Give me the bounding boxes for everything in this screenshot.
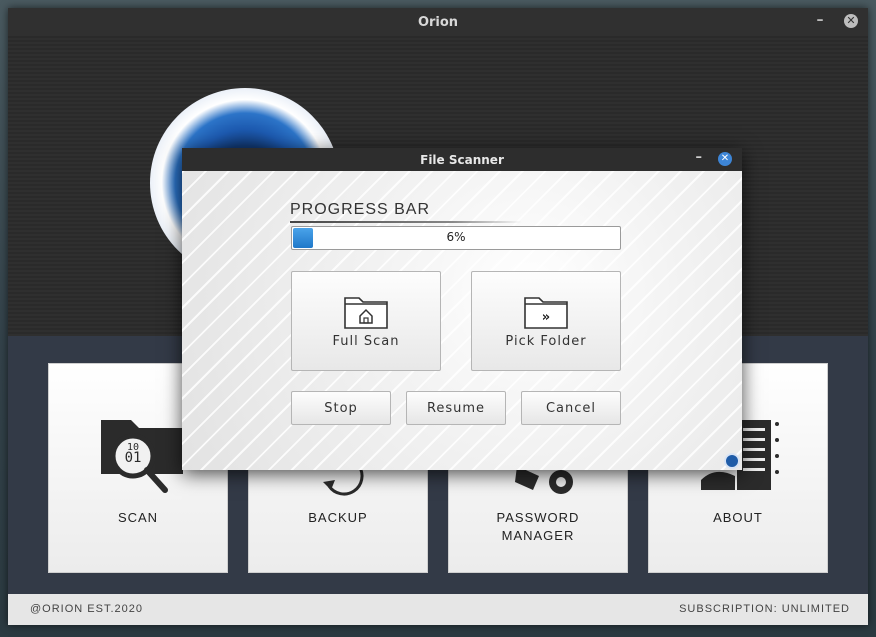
footer-copyright: @ORION EST.2020 [30, 603, 143, 615]
dialog-title: File Scanner [420, 152, 504, 167]
scan-folder-icon: 01 10 [101, 420, 183, 493]
pick-folder-label: Pick Folder [505, 334, 587, 349]
file-scanner-dialog: File Scanner – ✕ PROGRESS BAR 6% Full Sc… [182, 148, 742, 470]
svg-text:10: 10 [127, 442, 139, 453]
forward-folder-icon: » [524, 297, 568, 329]
dialog-body: PROGRESS BAR 6% Full Scan » Pick Folder … [182, 171, 742, 470]
stop-button[interactable]: Stop [291, 391, 391, 425]
progress-heading: PROGRESS BAR [290, 201, 431, 218]
close-icon[interactable]: ✕ [844, 14, 858, 28]
backup-label: BACKUP [308, 510, 368, 525]
main-titlebar: Orion – ✕ [8, 8, 868, 36]
progress-bar: 6% [291, 226, 621, 250]
svg-text:»: » [542, 310, 550, 325]
window-title: Orion [417, 14, 459, 30]
full-scan-button[interactable]: Full Scan [291, 271, 441, 371]
about-label: ABOUT [713, 510, 763, 525]
cancel-button[interactable]: Cancel [521, 391, 621, 425]
footer-subscription: SUBSCRIPTION: UNLIMITED [679, 603, 850, 615]
home-folder-icon [344, 297, 388, 329]
dialog-close-icon[interactable]: ✕ [718, 152, 732, 166]
pick-folder-button[interactable]: » Pick Folder [471, 271, 621, 371]
footer-bar: @ORION EST.2020 SUBSCRIPTION: UNLIMITED [8, 594, 868, 625]
dialog-titlebar: File Scanner – ✕ [182, 148, 742, 171]
resume-button[interactable]: Resume [406, 391, 506, 425]
progress-heading-underline [290, 221, 522, 223]
status-dot-icon [724, 453, 740, 469]
progress-text: 6% [446, 230, 466, 244]
full-scan-label: Full Scan [332, 334, 400, 349]
scan-label: SCAN [117, 510, 159, 525]
password-manager-label: PASSWORD MANAGER [496, 510, 580, 543]
dialog-minimize-icon[interactable]: – [696, 150, 703, 166]
minimize-icon[interactable]: – [812, 12, 828, 28]
